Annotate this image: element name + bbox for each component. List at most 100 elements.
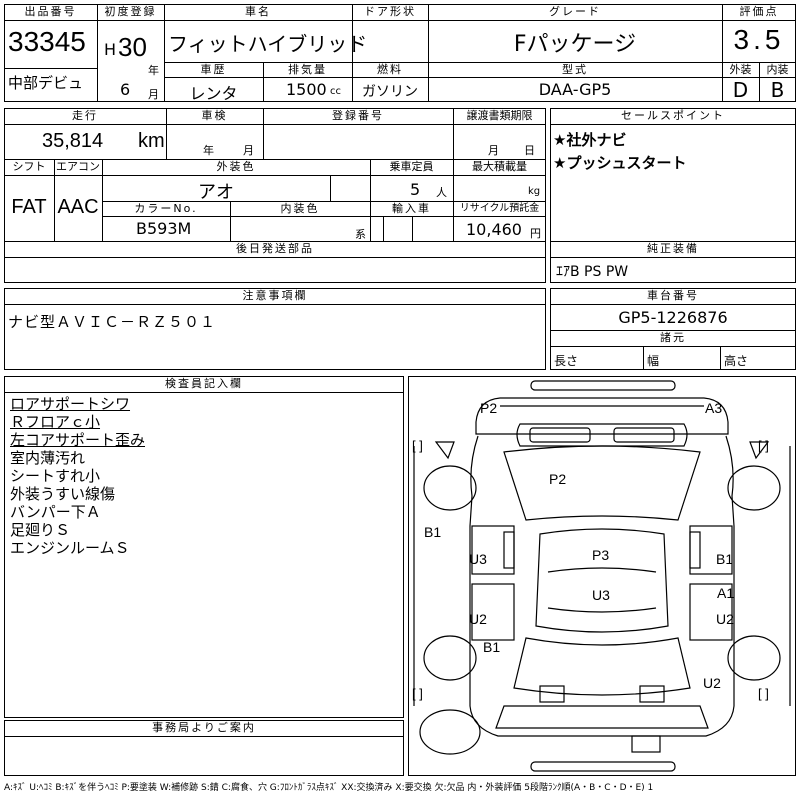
chassis-label: 車台番号 — [647, 289, 699, 302]
exterior-label: 外装 — [729, 63, 752, 76]
score-label: 評価点 — [739, 5, 779, 18]
damage-label-u2-left: U2 — [469, 611, 487, 627]
int-color-unit: 系 — [355, 228, 366, 241]
bottom-strip — [530, 761, 676, 772]
damage-label-b1-left: B1 — [424, 524, 442, 540]
model: DAA-GP5 — [538, 80, 612, 99]
color-no: B593M — [136, 219, 192, 238]
grade: Fパッケージ — [513, 32, 637, 57]
inspector-note: Ｒフロアｃ小 — [10, 413, 101, 431]
transfer-label: 譲渡書類期限 — [466, 109, 533, 122]
mileage-unit: km — [138, 130, 165, 152]
recycle-unit: 円 — [530, 227, 541, 240]
chassis-number: GP5-1226876 — [618, 308, 728, 327]
inspector-notes: ロアサポートシワ Ｒフロアｃ小 左コアサポート歪み 室内薄汚れ シートすれ小 外装うすい線… — [10, 395, 145, 557]
shift-label: シフト — [12, 160, 46, 173]
genuine-equip: ｴｱB PS PW — [556, 264, 629, 280]
car-name-label: 車名 — [245, 5, 271, 18]
max-load-unit: kg — [528, 186, 541, 197]
roof — [535, 528, 669, 633]
aircon-label: エアコン — [56, 160, 100, 173]
lot-no-label: 出品番号 — [24, 5, 77, 18]
damage-label-u3-roof: U3 — [592, 587, 610, 603]
damage-label-a3: A3 — [705, 400, 723, 416]
car-diagram — [413, 380, 791, 772]
lot-no: 33345 — [8, 26, 86, 57]
shift: FAT — [11, 196, 47, 218]
bracket-right: [ ] — [758, 438, 769, 453]
windshield — [516, 423, 688, 447]
first-reg-label: 初度登録 — [104, 5, 157, 18]
caution-label: 注意事項欄 — [242, 289, 308, 302]
front-right-wheel — [727, 465, 781, 511]
damage-label-p3: P3 — [592, 547, 610, 563]
legend-footer: A:ｷｽﾞ U:ﾍｺﾐ B:ｷｽﾞを伴うﾍｺﾐ P:要塗装 W:補修跡 S:錆 … — [4, 783, 654, 793]
model-label: 型式 — [562, 63, 588, 76]
interior-grade: B — [770, 78, 785, 102]
recycle-label: リサイクル預託金 — [459, 203, 540, 214]
caution-text: ナビ型ＡＶＩＣ－ＲＺ５０１ — [8, 313, 217, 331]
genuine-equip-label: 純正装備 — [647, 242, 699, 255]
color-no-label: カラーNo. — [134, 202, 198, 215]
debut-label: 中部デビュ — [8, 74, 84, 92]
era: H — [104, 40, 117, 59]
bracket-left-lower: [ ] — [412, 686, 423, 701]
max-load-label: 最大積載量 — [472, 160, 527, 173]
reg-no-label: 登録番号 — [332, 109, 384, 122]
ext-color: アオ — [198, 182, 234, 203]
later-parts-label: 後日発送部品 — [236, 242, 314, 255]
capacity: 5 — [410, 180, 421, 199]
front-left-wheel — [423, 465, 477, 511]
office-label: 事務局よりご案内 — [152, 721, 256, 734]
inspector-note: 室内薄汚れ — [10, 449, 86, 467]
bracket-right-lower: [ ] — [758, 686, 769, 701]
dims-label: 諸元 — [660, 331, 686, 344]
spare-wheel — [419, 709, 481, 755]
inspector-note: ロアサポートシワ — [10, 395, 131, 413]
mileage: 35,814 — [42, 130, 104, 152]
fuel: ガソリン — [362, 84, 418, 100]
interior-label: 内装 — [766, 63, 789, 76]
rear-bumper — [495, 705, 709, 729]
displacement-unit: cc — [330, 86, 341, 97]
height-label: 高さ — [724, 354, 749, 368]
capacity-label: 乗車定員 — [389, 160, 434, 173]
displacement: 1500 — [286, 80, 327, 99]
length-label: 長さ — [554, 354, 579, 368]
aircon: AAC — [57, 196, 99, 218]
fuel-label: 燃料 — [377, 63, 403, 76]
width-label: 幅 — [647, 354, 660, 368]
exterior-grade: D — [732, 78, 749, 102]
inspector-note: 外装うすい線傷 — [10, 485, 116, 503]
grade-label: グレード — [549, 5, 601, 18]
damage-label-p2-front: P2 — [480, 400, 498, 416]
rear-right-wheel — [727, 635, 781, 681]
sales-point-item: ★社外ナビ — [553, 131, 627, 149]
damage-label-u3-left: U3 — [469, 551, 487, 567]
damage-label-u2-rear: U2 — [703, 675, 721, 691]
inspector-note: 左コアサポート歪み — [10, 431, 146, 449]
history-label: 車歴 — [200, 63, 227, 76]
rear-left-wheel — [423, 635, 477, 681]
damage-label-p2-hood: P2 — [549, 471, 567, 487]
sales-point-label: セールスポイント — [621, 109, 725, 122]
bracket-left: [ ] — [412, 438, 423, 453]
sales-point-item: ★プッシュスタート — [553, 154, 687, 172]
ext-color-label: 外装色 — [216, 160, 256, 173]
mileage-label: 走行 — [72, 109, 98, 122]
inspector-label: 検査員記入欄 — [165, 377, 243, 390]
reg-month: 6 — [120, 80, 131, 99]
inspector-note: エンジンルームＳ — [10, 539, 130, 557]
int-color-label: 内装色 — [280, 202, 320, 215]
door-label: ドア形状 — [364, 5, 416, 18]
transfer-day-unit: 日 — [524, 144, 535, 157]
recycle-amount: 10,460 — [466, 220, 522, 239]
year-unit: 年 — [148, 64, 159, 77]
import-label: 輸入車 — [392, 202, 431, 215]
displacement-label: 排気量 — [288, 63, 327, 76]
transfer-month-unit: 月 — [488, 144, 499, 157]
front-bumper — [475, 397, 729, 435]
damage-label-a1: A1 — [717, 585, 735, 601]
capacity-unit: 人 — [436, 186, 447, 199]
inspection-label: 車検 — [201, 109, 228, 122]
